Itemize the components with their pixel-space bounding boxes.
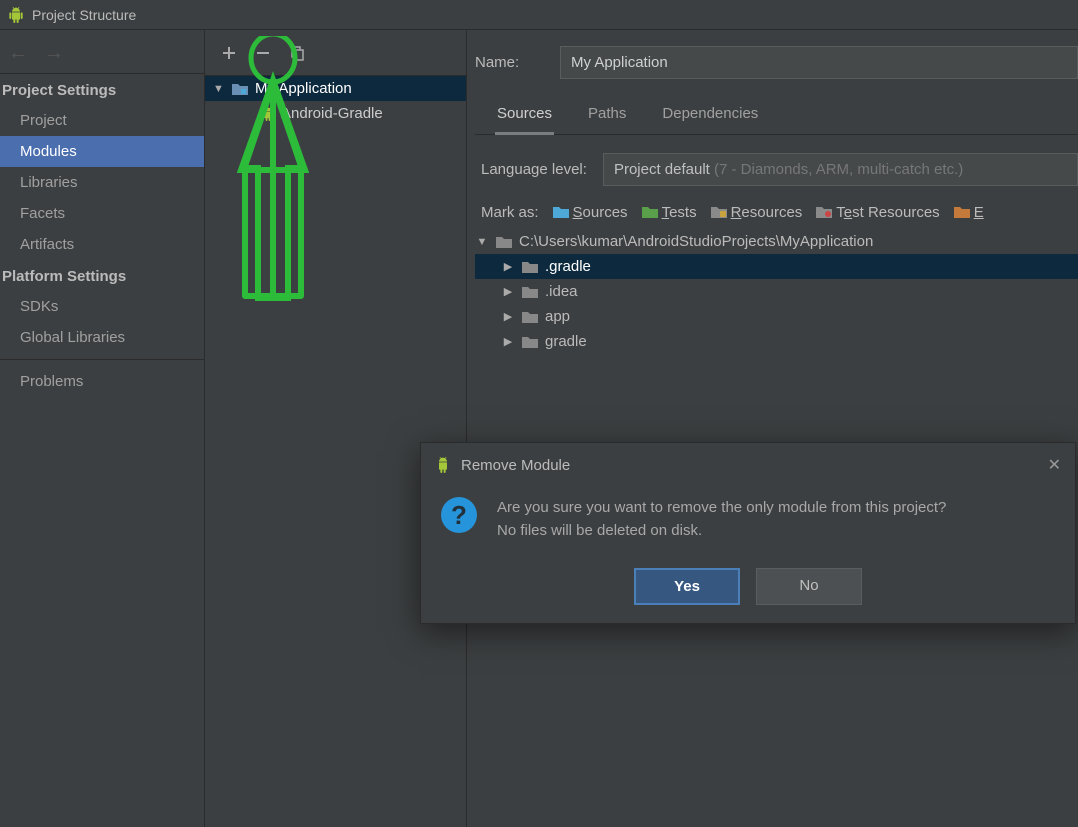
detail-tabs: Sources Paths Dependencies	[475, 99, 1078, 135]
module-name: My Application	[255, 80, 352, 97]
dir-label: .idea	[545, 283, 578, 300]
language-level-hint: (7 - Diamonds, ARM, multi-catch etc.)	[714, 161, 963, 178]
yes-button[interactable]: Yes	[634, 568, 740, 605]
add-module-button[interactable]	[221, 45, 237, 61]
name-input[interactable]	[560, 46, 1078, 79]
folder-icon	[711, 206, 727, 219]
window-title: Project Structure	[32, 7, 136, 23]
nav-artifacts[interactable]: Artifacts	[0, 229, 204, 260]
module-tree-child[interactable]: Android-Gradle	[205, 101, 466, 126]
dialog-message-line2: No files will be deleted on disk.	[497, 520, 946, 543]
question-icon: ?	[441, 497, 477, 533]
folder-icon	[495, 235, 513, 249]
section-platform-settings: Platform Settings	[0, 260, 204, 291]
tab-paths[interactable]: Paths	[586, 99, 628, 134]
dialog-title-text: Remove Module	[461, 457, 570, 474]
folder-icon	[521, 310, 539, 324]
nav-facets[interactable]: Facets	[0, 198, 204, 229]
folder-icon	[231, 82, 249, 96]
dir-path: C:\Users\kumar\AndroidStudioProjects\MyA…	[519, 233, 873, 250]
forward-arrow-icon[interactable]: →	[44, 42, 64, 65]
no-button[interactable]: No	[756, 568, 862, 605]
folder-icon	[816, 206, 832, 219]
markas-resources[interactable]: Resources	[711, 204, 803, 221]
dir-item[interactable]: ▶ app	[475, 304, 1078, 329]
divider	[0, 359, 204, 360]
expand-toggle-icon[interactable]: ▶	[501, 310, 515, 323]
tab-dependencies[interactable]: Dependencies	[660, 99, 760, 134]
nav-project[interactable]: Project	[0, 105, 204, 136]
dir-label: .gradle	[545, 258, 591, 275]
module-detail-panel: Name: Sources Paths Dependencies Languag…	[467, 30, 1078, 827]
android-icon	[261, 107, 275, 121]
expand-toggle-icon[interactable]: ▶	[501, 335, 515, 348]
nav-history: ← →	[0, 34, 204, 74]
close-icon[interactable]: ✕	[1048, 455, 1061, 475]
expand-toggle-icon[interactable]: ▼	[475, 236, 489, 248]
markas-label: Mark as:	[481, 204, 539, 221]
module-tree-root[interactable]: ▼ My Application	[205, 76, 466, 101]
dir-item[interactable]: ▶ .gradle	[475, 254, 1078, 279]
remove-module-dialog: Remove Module ✕ ? Are you sure you want …	[420, 442, 1076, 624]
dir-label: app	[545, 308, 570, 325]
nav-global-libraries[interactable]: Global Libraries	[0, 322, 204, 353]
markas-sources[interactable]: SSourcesources	[553, 204, 628, 221]
android-icon	[8, 7, 24, 23]
nav-modules[interactable]: Modules	[0, 136, 204, 167]
dir-item[interactable]: ▶ .idea	[475, 279, 1078, 304]
back-arrow-icon[interactable]: ←	[8, 42, 28, 65]
nav-libraries[interactable]: Libraries	[0, 167, 204, 198]
markas-excluded[interactable]: E	[954, 204, 984, 221]
folder-icon	[521, 335, 539, 349]
folder-icon	[553, 206, 569, 219]
copy-module-button[interactable]	[289, 45, 305, 61]
dir-root[interactable]: ▼ C:\Users\kumar\AndroidStudioProjects\M…	[475, 229, 1078, 254]
dialog-message-line1: Are you sure you want to remove the only…	[497, 497, 946, 520]
module-list-panel: ▼ My Application Android-Gradle	[205, 30, 467, 827]
markas-test-resources[interactable]: Test Resources	[816, 204, 939, 221]
titlebar: Project Structure	[0, 0, 1078, 30]
folder-icon	[642, 206, 658, 219]
language-level-value: Project default	[614, 161, 710, 178]
nav-problems[interactable]: Problems	[0, 366, 204, 397]
folder-icon	[521, 285, 539, 299]
dir-item[interactable]: ▶ gradle	[475, 329, 1078, 354]
markas-tests[interactable]: Tests	[642, 204, 697, 221]
folder-icon	[521, 260, 539, 274]
sidebar: ← → Project Settings Project Modules Lib…	[0, 30, 205, 827]
expand-toggle-icon[interactable]: ▼	[213, 83, 225, 95]
expand-toggle-icon[interactable]: ▶	[501, 260, 515, 273]
tab-sources[interactable]: Sources	[495, 99, 554, 135]
directory-tree: ▼ C:\Users\kumar\AndroidStudioProjects\M…	[475, 229, 1078, 354]
language-level-label: Language level:	[481, 161, 587, 178]
language-level-select[interactable]: Project default (7 - Diamonds, ARM, mult…	[603, 153, 1078, 186]
android-icon	[435, 457, 451, 473]
name-label: Name:	[475, 54, 560, 71]
section-project-settings: Project Settings	[0, 74, 204, 105]
folder-icon	[954, 206, 970, 219]
child-module-name: Android-Gradle	[281, 105, 383, 122]
expand-toggle-icon[interactable]: ▶	[501, 285, 515, 298]
nav-sdks[interactable]: SDKs	[0, 291, 204, 322]
remove-module-button[interactable]	[255, 45, 271, 61]
dir-label: gradle	[545, 333, 587, 350]
